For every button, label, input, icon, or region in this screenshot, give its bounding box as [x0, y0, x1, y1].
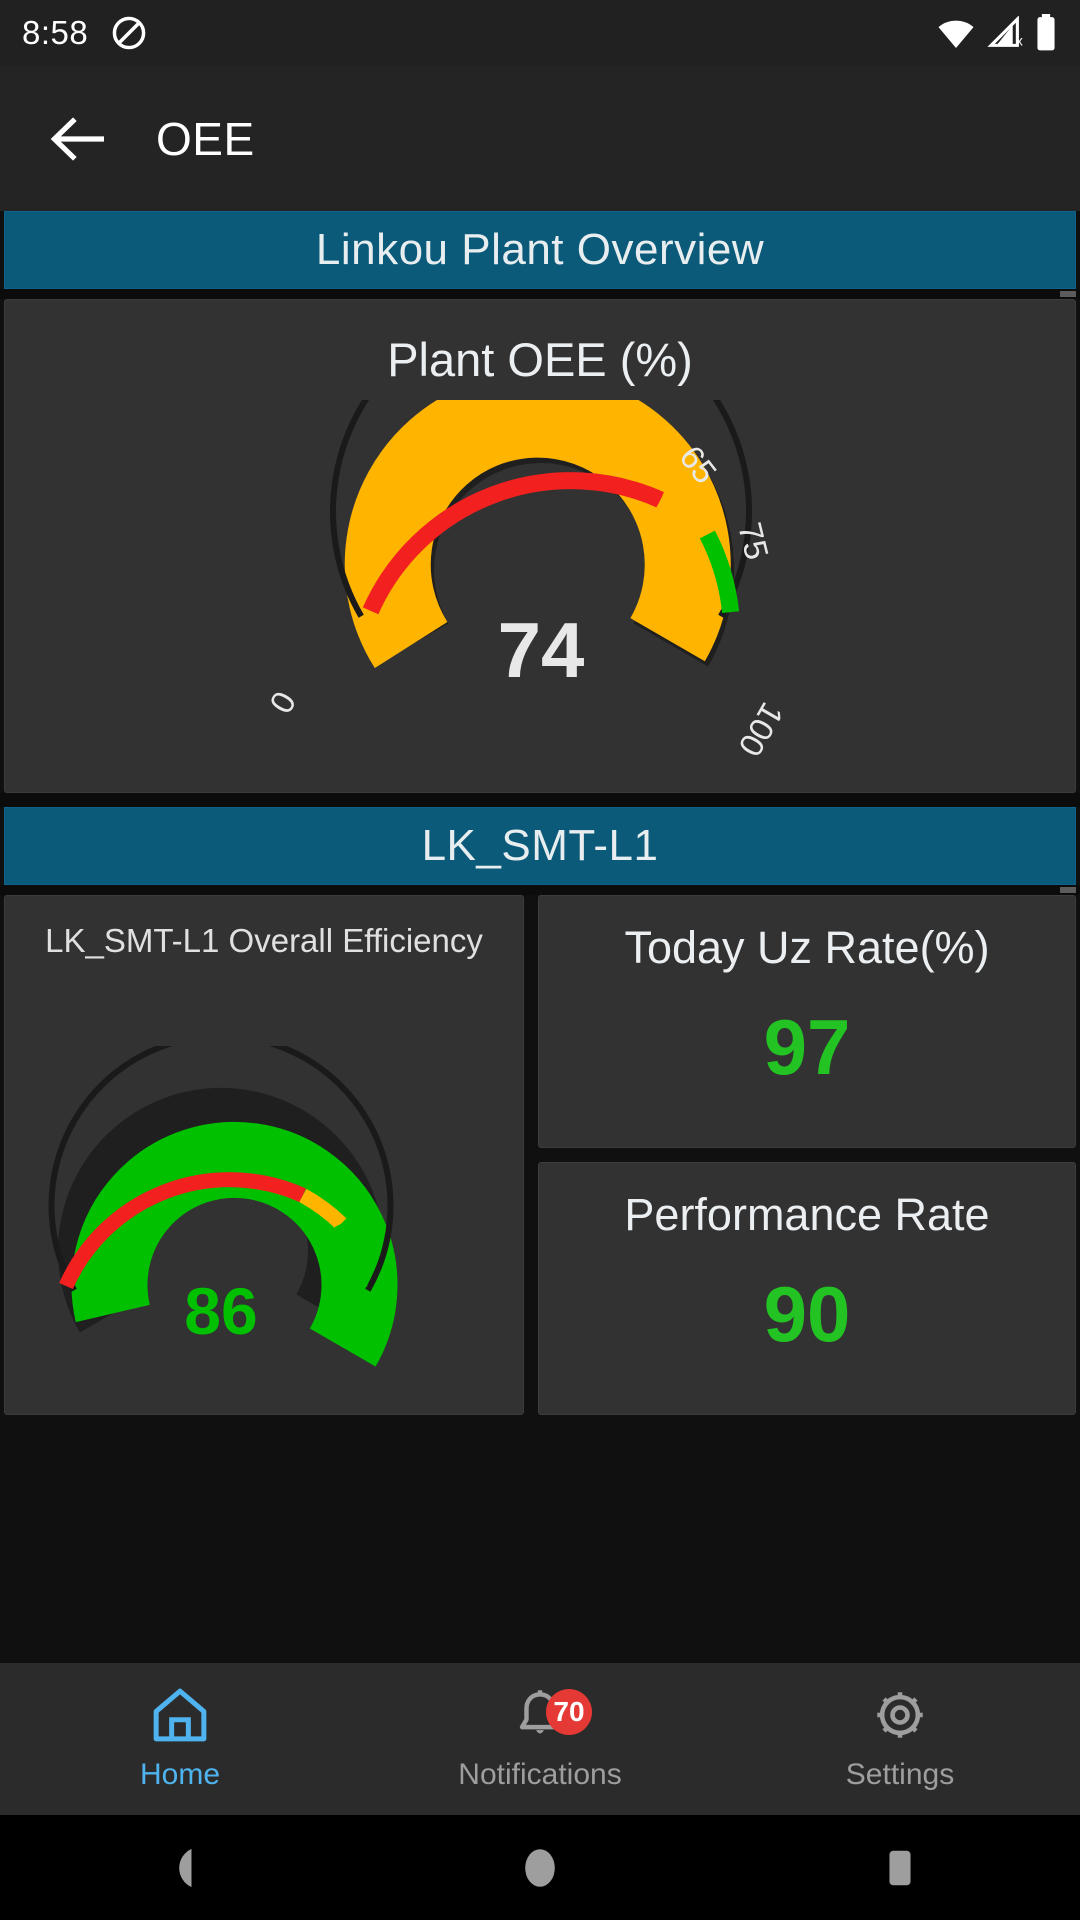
today-uz-rate-card[interactable]: Today Uz Rate(%) 97 — [538, 895, 1076, 1148]
plant-oee-card[interactable]: Plant OEE (%) 65 75 0 100 74 — [4, 299, 1076, 793]
scroll-indicator-2 — [1060, 887, 1076, 893]
line-efficiency-gauge: 86 — [5, 1046, 523, 1414]
line-efficiency-value: 86 — [184, 1274, 257, 1348]
gauge-tick-100: 100 — [731, 697, 791, 763]
nav-label-home: Home — [139, 1758, 221, 1791]
banner-gap-1 — [0, 289, 1080, 299]
dnd-icon — [110, 14, 148, 52]
gauge-tick-0: 0 — [262, 685, 303, 719]
scroll-indicator — [1060, 291, 1076, 297]
back-triangle-icon — [160, 1845, 200, 1891]
cellular-off-icon: x — [986, 16, 1024, 50]
performance-rate-card[interactable]: Performance Rate 90 — [538, 1162, 1076, 1415]
performance-rate-value: 90 — [763, 1270, 851, 1358]
status-system-icons: x — [936, 14, 1058, 52]
line-kpi-column: Today Uz Rate(%) 97 Performance Rate 90 — [538, 895, 1076, 1415]
nav-label-notifications: Notifications — [458, 1758, 622, 1791]
android-back-button[interactable] — [0, 1845, 360, 1891]
plant-oee-title: Plant OEE (%) — [387, 333, 693, 386]
status-time: 8:58 — [22, 14, 89, 51]
gear-icon — [871, 1686, 929, 1744]
back-arrow-icon — [50, 115, 110, 163]
section-banner-plant[interactable]: Linkou Plant Overview — [4, 211, 1076, 289]
line-efficiency-card[interactable]: LK_SMT-L1 Overall Efficiency 86 — [4, 895, 524, 1415]
section-banner-line[interactable]: LK_SMT-L1 — [4, 807, 1076, 885]
wifi-icon — [936, 16, 976, 50]
home-icon — [149, 1686, 211, 1744]
performance-rate-title: Performance Rate — [624, 1189, 990, 1240]
today-uz-rate-title: Today Uz Rate(%) — [624, 922, 990, 973]
android-navigation-bar — [0, 1815, 1080, 1920]
recents-square-icon — [880, 1845, 920, 1891]
android-recents-button[interactable] — [720, 1845, 1080, 1891]
banner-gap-2 — [0, 885, 1080, 895]
nav-item-home[interactable]: Home — [0, 1663, 360, 1815]
bottom-navigation-bar: Home 70 Notifications Settings — [0, 1663, 1080, 1815]
nav-item-notifications[interactable]: 70 Notifications — [360, 1663, 720, 1815]
notifications-badge: 70 — [546, 1689, 592, 1735]
phone-screen: 8:58 x OEE Linkou Plant Overview Plant O… — [0, 0, 1080, 1920]
line-efficiency-title: LK_SMT-L1 Overall Efficiency — [45, 922, 483, 959]
section-divider-1 — [0, 793, 1080, 807]
svg-text:x: x — [1016, 32, 1023, 48]
nav-item-settings[interactable]: Settings — [720, 1663, 1080, 1815]
status-notification-icons — [110, 14, 148, 52]
status-bar: 8:58 x — [0, 0, 1080, 66]
today-uz-rate-value: 97 — [763, 1003, 851, 1091]
plant-oee-value: 74 — [498, 606, 585, 694]
home-circle-icon — [520, 1844, 560, 1892]
plant-oee-gauge: 65 75 0 100 74 — [5, 400, 1075, 770]
battery-icon — [1034, 14, 1058, 52]
nav-label-settings: Settings — [845, 1758, 955, 1791]
dashboard-scroll-area[interactable]: Linkou Plant Overview Plant OEE (%) 65 7… — [0, 211, 1080, 1663]
gauge-tick-75: 75 — [731, 519, 776, 564]
app-bar: OEE — [0, 66, 1080, 211]
android-home-button[interactable] — [360, 1844, 720, 1892]
back-button[interactable] — [24, 83, 136, 195]
line-kpi-row: LK_SMT-L1 Overall Efficiency 86 Today Uz… — [0, 895, 1080, 1415]
page-title: OEE — [156, 112, 255, 165]
